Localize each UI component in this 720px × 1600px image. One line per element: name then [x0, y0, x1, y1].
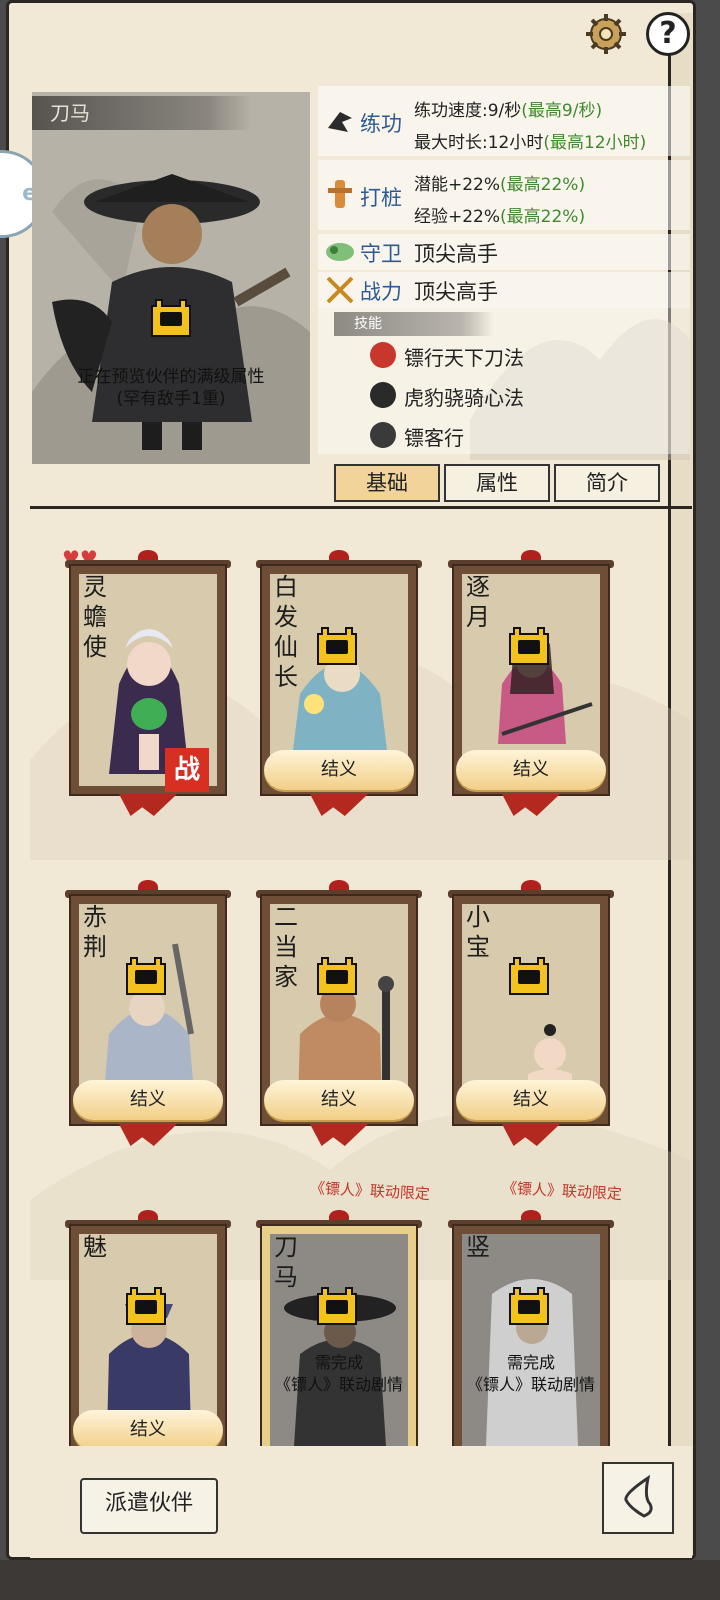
practice-duration-max: (最高12小时) [543, 133, 647, 153]
inner-art-skill-icon [370, 382, 396, 408]
sworn-brother-button[interactable]: 结义 [264, 1080, 414, 1120]
movement-skill-icon [370, 422, 396, 448]
lock-icon [317, 1287, 357, 1325]
back-button[interactable] [602, 1462, 674, 1534]
lock-icon [151, 299, 191, 337]
tab-basic[interactable]: 基础 [334, 464, 440, 502]
sworn-brother-button[interactable]: 结义 [264, 750, 414, 790]
companion-card[interactable]: 赤荆 结义 [65, 880, 231, 1146]
companion-card-locked[interactable]: 竖 《镖人》联动限定 需完成 《镖人》联动剧情 [448, 1179, 622, 1464]
stake-potential: 潜能+22% [414, 175, 501, 195]
tab-intro[interactable]: 简介 [554, 464, 660, 502]
stake-exp-value: 经验+22%(最高22%) [414, 202, 585, 227]
companion-name: 赤荆 [83, 903, 107, 961]
companion-name: 二当家 [274, 903, 298, 991]
unlock-requirement-line2: 《镖人》联动剧情 [466, 1375, 595, 1394]
stat-row-stake: 打桩 潜能+22%(最高22%) 经验+22%(最高22%) [318, 160, 690, 230]
character-portrait: 刀马 正在预览伙伴的满级属性 (罕有敌手1重) [32, 92, 310, 464]
wooden-stake-icon [328, 180, 352, 208]
section-divider [30, 506, 692, 509]
skills-header: 技能 [334, 312, 494, 336]
stake-potential-value: 潜能+22%(最高22%) [414, 170, 585, 195]
in-battle-badge: 战 [165, 748, 209, 792]
practice-duration: 最大时长:12小时 [414, 133, 544, 153]
stat-label-guard: 守卫 [360, 242, 402, 266]
sworn-brother-button[interactable]: 结义 [73, 1410, 223, 1450]
back-arrow-icon [624, 1474, 653, 1518]
companion-card[interactable]: 白发仙长 结义 [256, 550, 422, 816]
tab-attributes[interactable]: 属性 [444, 464, 550, 502]
stat-row-practice: 练功 练功速度:9/秒(最高9/秒) 最大时长:12小时(最高12小时) [318, 86, 690, 156]
companion-art [486, 1279, 578, 1446]
unlock-requirement-line1: 需完成 [506, 1353, 555, 1372]
skill-name: 镖行天下刀法 [404, 346, 524, 370]
practice-speed-value: 练功速度:9/秒(最高9/秒) [414, 96, 602, 121]
stake-exp: 经验+22% [414, 207, 501, 227]
preview-rank: (罕有敌手1重) [116, 389, 226, 409]
help-button[interactable]: ? [646, 12, 690, 56]
companion-card-locked[interactable]: 刀马 《镖人》联动限定 需完成 《镖人》联动剧情 [256, 1179, 430, 1464]
skill-name: 镖客行 [404, 426, 464, 450]
help-icon: ? [659, 16, 677, 51]
unlock-requirement-line1: 需完成 [314, 1353, 363, 1372]
stat-label-power: 战力 [360, 280, 402, 304]
blade-skill-icon [370, 342, 396, 368]
sworn-brother-button[interactable]: 结义 [73, 1080, 223, 1120]
companion-card[interactable]: 魅 结义 [65, 1210, 231, 1464]
companion-name: 竖 [466, 1233, 490, 1261]
companion-card[interactable]: 二当家 结义 [256, 880, 422, 1146]
unlock-requirement-line2: 《镖人》联动剧情 [274, 1375, 403, 1394]
practice-speed: 练功速度:9/秒 [414, 101, 522, 121]
companion-card[interactable]: 小宝 结义 [448, 880, 614, 1146]
power-value: 顶尖高手 [414, 280, 498, 304]
lock-icon [126, 1287, 166, 1325]
card-inner [462, 1234, 600, 1446]
sworn-brother-button[interactable]: 结义 [456, 750, 606, 790]
companion-name: 魅 [83, 1233, 107, 1261]
lock-icon [509, 627, 549, 665]
crossed-swords-icon [326, 276, 354, 304]
companion-name: 刀马 [274, 1233, 298, 1291]
stats-panel: 练功 练功速度:9/秒(最高9/秒) 最大时长:12小时(最高12小时) 打桩 … [318, 86, 690, 464]
practice-duration-value: 最大时长:12小时(最高12小时) [414, 128, 646, 153]
companion-name: 白发仙长 [274, 573, 298, 691]
practice-icon [328, 112, 352, 132]
stat-label-practice: 练功 [360, 112, 402, 136]
lock-icon [126, 957, 166, 995]
unlock-requirement: 需完成《镖人》联动剧情 [452, 1352, 610, 1396]
sworn-brother-button[interactable]: 结义 [456, 1080, 606, 1120]
stake-exp-max: (最高22%) [500, 207, 586, 227]
dispatch-companion-button[interactable]: 派遣伙伴 [80, 1478, 218, 1534]
companion-name: 灵蟾使 [83, 573, 107, 661]
lock-icon [509, 957, 549, 995]
lock-icon [317, 627, 357, 665]
portrait-name-tag: 刀马 [32, 96, 252, 130]
unlock-requirement: 需完成《镖人》联动剧情 [260, 1352, 418, 1396]
detail-tabs: 基础 属性 简介 [334, 464, 664, 502]
stake-potential-max: (最高22%) [500, 175, 586, 195]
companion-card[interactable]: 灵蟾使 战 [65, 550, 231, 816]
stat-label-stake: 打桩 [360, 186, 402, 210]
bottom-strip [0, 1560, 720, 1600]
lock-icon [317, 957, 357, 995]
companion-card[interactable]: 逐月 结义 [448, 550, 614, 816]
lock-icon [509, 1287, 549, 1325]
guard-value: 顶尖高手 [414, 242, 498, 266]
stat-row-guard: 守卫 顶尖高手 [318, 234, 690, 270]
practice-speed-max: (最高9/秒) [521, 101, 603, 121]
stat-row-power: 战力 顶尖高手 [318, 272, 690, 308]
guard-icon [326, 243, 354, 261]
skill-name: 虎豹骁骑心法 [404, 386, 524, 410]
gear-icon[interactable] [584, 12, 628, 56]
companion-name: 逐月 [466, 573, 490, 631]
companion-name: 小宝 [466, 903, 490, 961]
